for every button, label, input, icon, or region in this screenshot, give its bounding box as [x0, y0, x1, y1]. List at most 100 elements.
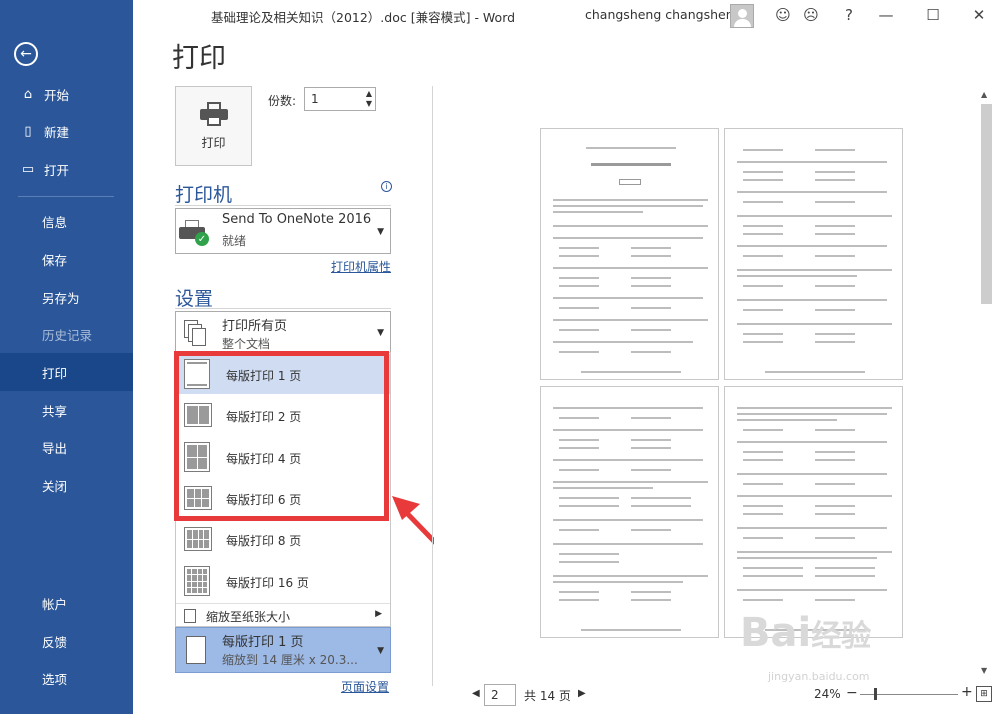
scroll-down-icon[interactable]: ▼ — [981, 666, 987, 675]
zoom-out-icon[interactable]: − — [846, 685, 858, 701]
page-icon — [186, 636, 206, 664]
zoom-slider-knob[interactable] — [874, 688, 877, 700]
sidebar-item-label: 新建 — [44, 124, 70, 140]
help-button[interactable]: ? — [835, 4, 863, 26]
stepper-up-icon[interactable]: ▲ — [366, 89, 372, 98]
scrollbar-thumb[interactable] — [981, 104, 992, 304]
sidebar-item-label: 保存 — [42, 252, 68, 268]
chevron-down-icon: ▼ — [377, 328, 384, 338]
sidebar-item-label: 另存为 — [42, 290, 80, 306]
section-divider — [175, 308, 391, 309]
scale-to-paper-label: 缩放至纸张大小 — [206, 610, 291, 624]
pages-per-sheet-select[interactable]: 每版打印 1 页 缩放到 14 厘米 x 20.3... ▼ — [175, 627, 391, 673]
dropdown-item[interactable]: 每版打印 16 页 — [176, 561, 390, 601]
print-button[interactable]: 打印 — [175, 86, 252, 166]
backstage-sidebar: ← ⌂ 开始 ▯ 新建 ▭ 打开 信息 保存 另存为 历史记录 打印 共享 导出… — [0, 0, 133, 714]
title-bar: 基础理论及相关知识（2012）.doc [兼容模式] - Word changs… — [133, 0, 1000, 32]
back-arrow-icon[interactable]: ← — [14, 42, 38, 66]
section-divider — [175, 205, 391, 206]
sidebar-item-home[interactable]: ⌂ 开始 — [0, 75, 133, 113]
printer-properties-link[interactable]: 打印机属性 — [331, 258, 391, 275]
chevron-down-icon: ▼ — [377, 227, 384, 237]
highlight-box — [174, 351, 389, 521]
page-setup-link[interactable]: 页面设置 — [341, 678, 389, 695]
stepper-down-icon[interactable]: ▼ — [366, 99, 372, 108]
pages-icon — [184, 320, 206, 348]
frown-icon[interactable]: ☹ — [797, 4, 825, 26]
info-icon[interactable]: i — [381, 181, 392, 192]
sidebar-item-options[interactable]: 选项 — [0, 659, 133, 697]
layout-16-icon — [184, 566, 210, 596]
sidebar-item-close[interactable]: 关闭 — [0, 466, 133, 504]
sidebar-item-account[interactable]: 帐户 — [0, 584, 133, 622]
dropdown-item-label: 每版打印 16 页 — [226, 576, 309, 590]
chevron-down-icon: ▼ — [377, 646, 384, 656]
copies-stepper[interactable]: 1 ▲ ▼ — [304, 87, 376, 111]
sidebar-item-history[interactable]: 历史记录 — [0, 315, 133, 353]
sidebar-item-feedback[interactable]: 反馈 — [0, 622, 133, 660]
copies-label: 份数: — [268, 94, 297, 108]
sidebar-divider — [18, 196, 114, 197]
print-range-select[interactable]: 打印所有页 整个文档 ▼ — [175, 311, 391, 353]
preview-status-bar: ◀ 2 共 14 页 ▶ 24% − + ⊞ — [434, 682, 1000, 710]
baidu-watermark-logo: Bai经验 — [740, 610, 872, 656]
preview-scrollbar[interactable]: ▲ ▼ — [978, 86, 995, 680]
scale-to-paper-item[interactable]: 缩放至纸张大小 ▶ — [176, 603, 390, 627]
sidebar-item-label: 打印 — [42, 365, 68, 381]
printer-name: Send To OneNote 2016 — [222, 212, 372, 227]
prev-page-icon[interactable]: ◀ — [472, 688, 480, 699]
copies-value[interactable]: 1 — [311, 92, 319, 106]
page-number-input[interactable]: 2 — [484, 684, 516, 706]
close-icon[interactable]: ✕ — [965, 4, 993, 26]
sidebar-item-share[interactable]: 共享 — [0, 391, 133, 429]
sidebar-item-label: 打开 — [44, 162, 70, 178]
print-range-desc: 整个文档 — [222, 337, 271, 351]
chevron-right-icon: ▶ — [375, 609, 382, 619]
sidebar-item-save[interactable]: 保存 — [0, 240, 133, 278]
preview-page — [724, 386, 903, 638]
sidebar-item-label: 帐户 — [42, 596, 68, 612]
print-button-label: 打印 — [201, 135, 226, 150]
zoom-level: 24% — [814, 687, 841, 701]
printer-icon — [199, 101, 228, 126]
printer-select[interactable]: ✓ Send To OneNote 2016 就绪 ▼ — [175, 208, 391, 254]
next-page-icon[interactable]: ▶ — [578, 688, 586, 699]
dropdown-item[interactable]: 每版打印 8 页 — [176, 519, 390, 559]
pages-per-sheet-desc: 缩放到 14 厘米 x 20.3... — [222, 653, 358, 667]
sidebar-item-print[interactable]: 打印 — [0, 353, 133, 391]
sidebar-item-label: 共享 — [42, 403, 68, 419]
sidebar-item-label: 选项 — [42, 671, 68, 687]
preview-page — [724, 128, 903, 380]
print-range-label: 打印所有页 — [222, 319, 288, 334]
printer-ready-icon: ✓ — [179, 218, 209, 246]
preview-page — [540, 128, 719, 380]
sidebar-item-new[interactable]: ▯ 新建 — [0, 112, 133, 150]
sidebar-item-label: 开始 — [44, 87, 70, 103]
printer-status: 就绪 — [222, 234, 247, 248]
sidebar-item-label: 导出 — [42, 440, 68, 456]
layout-8-icon — [184, 527, 212, 551]
sidebar-item-label: 历史记录 — [42, 327, 93, 343]
avatar[interactable] — [730, 4, 754, 28]
smile-icon[interactable]: ☺ — [769, 4, 797, 26]
pages-per-sheet-label: 每版打印 1 页 — [222, 635, 304, 650]
sidebar-item-label: 关闭 — [42, 478, 68, 494]
sidebar-item-label: 反馈 — [42, 634, 68, 650]
minimize-icon[interactable]: — — [872, 4, 900, 26]
zoom-to-page-icon[interactable]: ⊞ — [976, 686, 992, 702]
sidebar-item-info[interactable]: 信息 — [0, 202, 133, 240]
user-name[interactable]: changsheng changsheng — [585, 7, 742, 22]
new-doc-icon: ▯ — [24, 123, 32, 139]
maximize-icon[interactable]: ☐ — [919, 4, 947, 26]
sidebar-item-open[interactable]: ▭ 打开 — [0, 150, 133, 188]
scroll-up-icon[interactable]: ▲ — [981, 90, 987, 99]
settings-section-title: 设置 — [175, 288, 214, 310]
sidebar-item-save-as[interactable]: 另存为 — [0, 278, 133, 316]
sidebar-item-export[interactable]: 导出 — [0, 428, 133, 466]
printer-section-title: 打印机 — [175, 184, 233, 206]
zoom-in-icon[interactable]: + — [961, 684, 973, 700]
dropdown-item-label: 每版打印 8 页 — [226, 534, 302, 548]
scale-paper-icon — [184, 609, 196, 623]
sidebar-item-label: 信息 — [42, 214, 68, 230]
folder-open-icon: ▭ — [21, 161, 35, 177]
